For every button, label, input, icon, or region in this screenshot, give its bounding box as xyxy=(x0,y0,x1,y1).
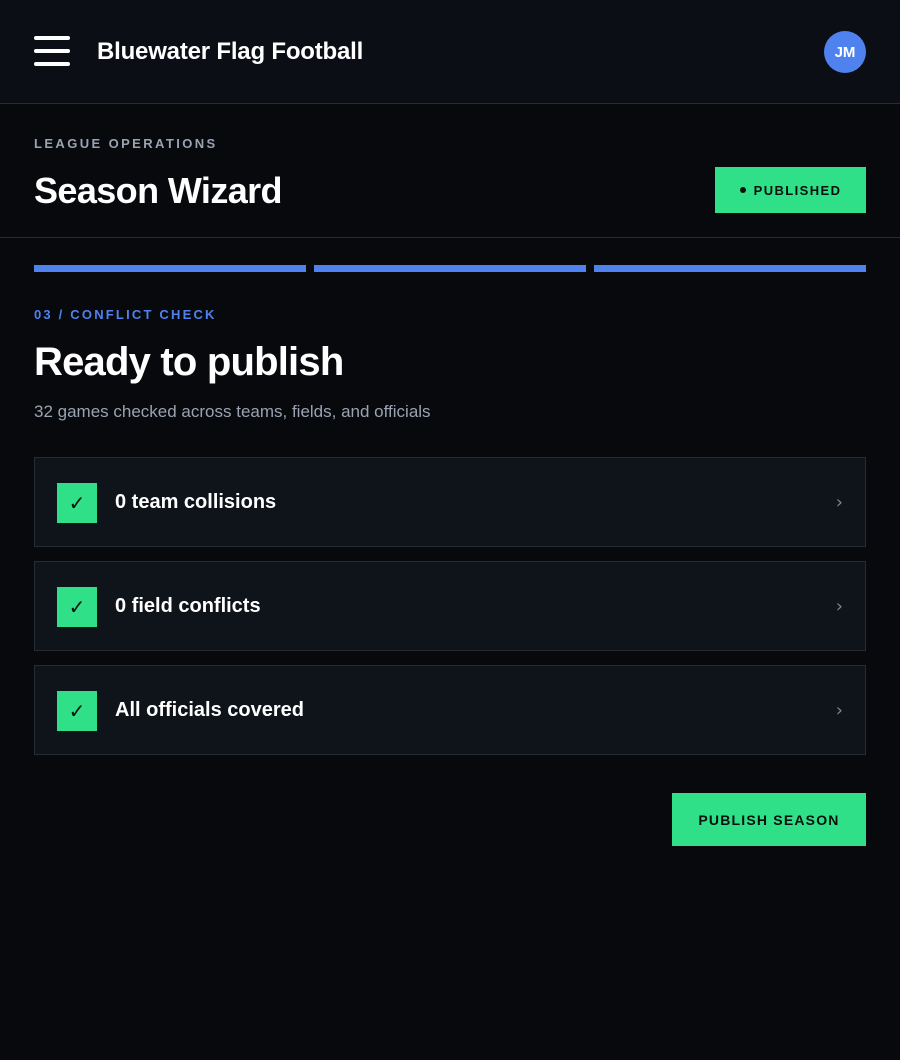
check-item-label: 0 team collisions xyxy=(115,491,277,513)
progress-step-1 xyxy=(34,265,306,272)
section-eyebrow: LEAGUE OPERATIONS xyxy=(34,136,218,151)
hamburger-menu-icon[interactable] xyxy=(34,34,70,68)
wizard-progress-bar xyxy=(34,265,866,272)
publish-season-button[interactable]: PUBLISH SEASON xyxy=(672,793,866,846)
chevron-right-icon: › xyxy=(835,700,843,721)
check-item-officials-covered[interactable]: ✓ All officials covered › xyxy=(34,665,866,755)
avatar[interactable]: JM xyxy=(824,31,866,73)
step-title: Ready to publish xyxy=(34,340,344,384)
step-label: 03 / CONFLICT CHECK xyxy=(34,307,217,322)
app-title: Bluewater Flag Football xyxy=(97,38,364,65)
check-icon: ✓ xyxy=(57,483,97,523)
progress-step-2 xyxy=(314,265,586,272)
top-bar: Bluewater Flag Football JM xyxy=(0,0,900,104)
page-header: LEAGUE OPERATIONS Season Wizard PUBLISHE… xyxy=(0,104,900,238)
check-icon: ✓ xyxy=(57,587,97,627)
status-badge-label: PUBLISHED xyxy=(753,182,842,198)
check-item-label: 0 field conflicts xyxy=(115,595,261,617)
status-dot-icon xyxy=(739,187,746,193)
check-item-label: All officials covered xyxy=(115,699,304,721)
check-item-field-conflicts[interactable]: ✓ 0 field conflicts › xyxy=(34,561,866,651)
status-badge: PUBLISHED xyxy=(715,167,866,213)
step-subtitle: 32 games checked across teams, fields, a… xyxy=(34,402,431,421)
chevron-right-icon: › xyxy=(835,596,843,617)
progress-step-3 xyxy=(594,265,866,272)
conflict-check-list: ✓ 0 team collisions › ✓ 0 field conflict… xyxy=(34,457,866,769)
chevron-right-icon: › xyxy=(835,492,843,513)
check-icon: ✓ xyxy=(57,691,97,731)
check-item-team-collisions[interactable]: ✓ 0 team collisions › xyxy=(34,457,866,547)
page-title: Season Wizard xyxy=(34,170,283,211)
